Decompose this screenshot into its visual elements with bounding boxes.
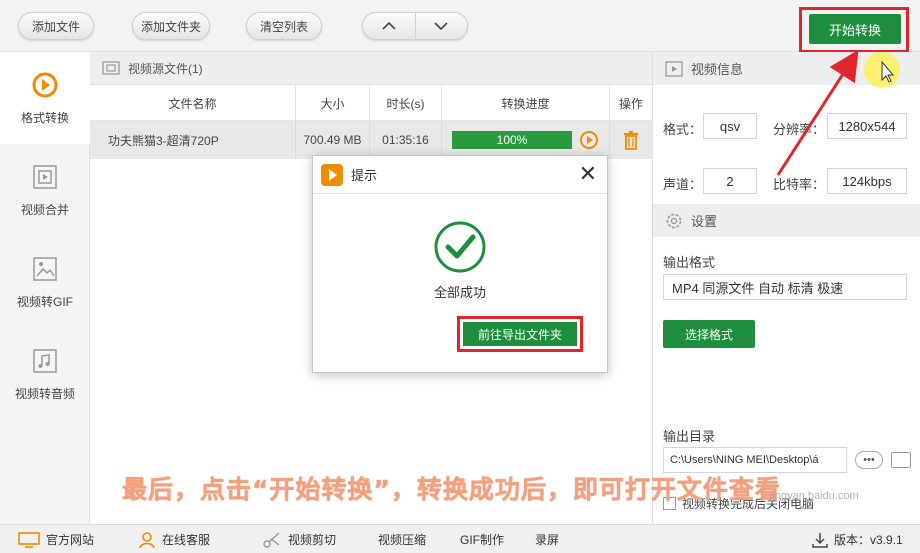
folder-icon[interactable] [891,452,911,468]
select-format-button[interactable]: 选择格式 [663,320,755,348]
output-format-label: 输出格式 [663,255,716,270]
play-icon[interactable] [580,131,598,149]
col-filename: 文件名称 [90,85,296,121]
video-info-title: 视频信息 [691,62,744,77]
gear-icon [666,213,682,228]
col-size: 大小 [296,85,370,121]
bottom-bar: 官方网站 在线客服 视频剪切 视频压缩 GIF制作 录屏 版本：v3.9.1 [0,524,920,553]
move-down-button[interactable] [414,13,468,39]
output-dir-label: 输出目录 [663,429,716,444]
channel-value: 2 [703,168,757,194]
nav-label: 视频转GIF [17,294,73,309]
chevron-down-icon [434,22,448,31]
cursor-icon [864,52,900,88]
nav-label: 视频转音频 [14,386,75,401]
dialog-title: 提示 [351,168,378,183]
video-merge-icon [33,164,57,189]
video-cut-link[interactable]: 视频剪切 [262,525,336,553]
source-files-header: 视频源文件(1) [90,52,652,85]
output-format-field[interactable]: MP4 同源文件 自动 标清 极速 [663,274,907,300]
version-info: 版本：v3.9.1 [812,525,903,553]
col-duration: 时长(s) [370,85,442,121]
browse-more-button[interactable]: ••• [855,451,883,469]
play-circle-icon [32,72,58,97]
watermark: jingyan.baidu.com [770,490,859,502]
settings-title: 设置 [691,214,718,229]
dialog-titlebar: 提示 [313,156,607,194]
gif-make-link[interactable]: GIF制作 [460,525,504,553]
trash-icon[interactable] [623,130,639,150]
music-note-icon [33,348,57,373]
nav-item-video-merge[interactable]: 视频合并 [0,144,90,236]
nav-label: 视频合并 [20,202,69,217]
official-site-link[interactable]: 官方网站 [18,525,94,553]
open-output-folder-button[interactable]: 前往导出文件夹 [463,322,577,346]
file-duration: 01:35:16 [370,121,442,159]
tutorial-caption: 最后，点击“开始转换”，转换成功后，即可打开文件查看 [122,475,781,504]
video-cut-label: 视频剪切 [288,533,337,547]
reorder-buttons [362,12,468,40]
col-actions: 操作 [618,96,643,111]
success-check-icon [434,221,486,273]
nav-item-video-audio[interactable]: 视频转音频 [0,328,90,420]
chevron-up-icon [382,21,396,30]
version-label: 版本：v3.9.1 [834,533,903,547]
online-service-label: 在线客服 [162,533,211,547]
channel-label: 声道： [663,177,703,192]
image-icon [33,256,57,281]
clear-list-button[interactable]: 清空列表 [246,12,322,40]
monitor-icon [18,531,40,548]
settings-header: 设置 [653,204,920,237]
video-compress-link[interactable]: 视频压缩 [378,525,426,553]
nav-label: 格式转换 [20,110,69,125]
annotation-arrow [776,49,859,176]
online-service-link[interactable]: 在线客服 [138,525,210,553]
left-nav: 格式转换 视频合并 视频转GIF 视频转音频 [0,52,90,524]
progress-bar: 100% [452,131,572,149]
nav-item-format-convert[interactable]: 格式转换 [0,52,90,144]
file-size: 700.49 MB [296,121,370,159]
file-progress-cell: 100% [442,121,610,159]
table-header: 文件名称 大小 时长(s) 转换进度 操作 [90,85,652,121]
official-site-label: 官方网站 [46,533,95,547]
table-row[interactable]: 功夫熊猫3-超清720P 700.49 MB 01:35:16 100% [90,121,652,159]
add-folder-button[interactable]: 添加文件夹 [132,12,210,40]
file-name: 功夫熊猫3-超清720P [90,121,296,159]
scissors-icon [263,531,280,548]
user-icon [139,531,155,548]
video-info-icon [665,60,683,77]
nav-item-video-gif[interactable]: 视频转GIF [0,236,90,328]
format-label: 格式： [663,122,703,137]
format-value: qsv [703,113,757,139]
col-progress: 转换进度 [442,85,610,121]
app-logo-icon [321,163,343,186]
move-up-button[interactable] [363,13,415,39]
success-dialog: 提示 ✕ 全部成功 前往导出文件夹 [312,155,608,373]
film-icon [102,61,120,75]
close-icon[interactable]: ✕ [579,162,597,186]
delete-cell [610,121,652,159]
dialog-message: 全部成功 [433,285,486,300]
download-icon [812,532,828,548]
record-screen-link[interactable]: 录屏 [535,525,559,553]
add-file-button[interactable]: 添加文件 [18,12,94,40]
source-files-title: 视频源文件(1) [128,61,203,76]
